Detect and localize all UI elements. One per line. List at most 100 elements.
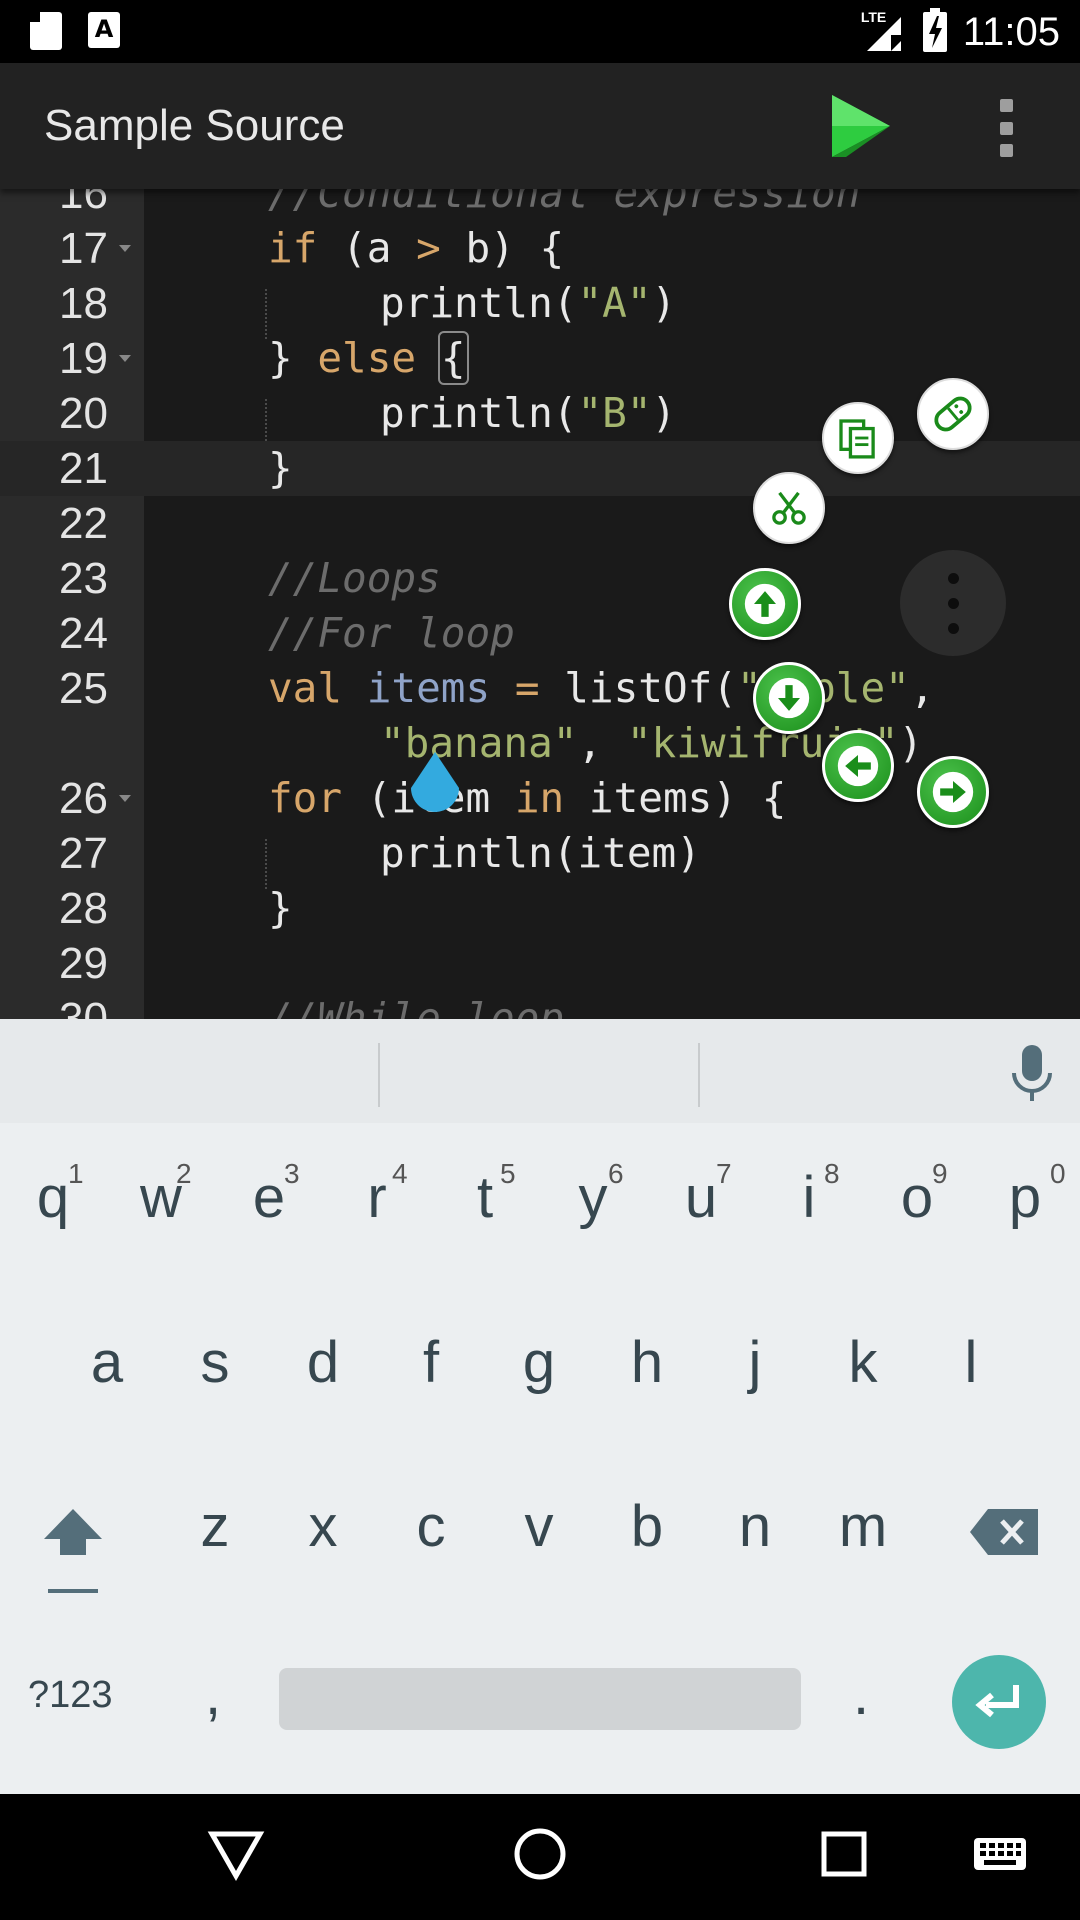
code-line[interactable]: 17 if (a > b) { [0, 221, 1080, 276]
app-bar: Sample Source [0, 63, 1080, 189]
key-z[interactable]: z [182, 1493, 248, 1560]
shift-key[interactable] [40, 1503, 106, 1599]
keyboard-switch-button[interactable] [970, 1824, 1030, 1884]
symbols-key[interactable]: ?123 [28, 1674, 113, 1717]
code-line-wrapped[interactable]: "banana", "kiwifruit") [0, 716, 1080, 771]
key-k[interactable]: k [830, 1329, 896, 1396]
backspace-key[interactable] [970, 1507, 1040, 1557]
more-icon [947, 572, 959, 584]
key-e[interactable]: 3e [236, 1158, 302, 1231]
code-text: val items = listOf("apple", [268, 664, 935, 712]
recents-button[interactable] [814, 1824, 874, 1884]
home-icon [514, 1828, 566, 1880]
run-button[interactable] [820, 91, 900, 161]
move-right-icon [932, 771, 974, 813]
key-l[interactable]: l [938, 1329, 1004, 1396]
line-number: 18 [59, 279, 108, 328]
fold-icon[interactable] [119, 795, 131, 802]
enter-key[interactable] [952, 1655, 1046, 1749]
more-actions-button[interactable] [900, 550, 1006, 656]
line-number: 26 [59, 774, 108, 823]
period-key[interactable]: . [853, 1661, 869, 1728]
line-number: 21 [59, 444, 108, 493]
line-number: 17 [59, 224, 108, 273]
move-left-button[interactable] [822, 730, 894, 802]
more-options-button[interactable] [988, 93, 1024, 163]
key-j[interactable]: j [722, 1329, 788, 1396]
code-text: } else { [268, 331, 469, 385]
copy-button[interactable] [822, 402, 894, 474]
fold-icon[interactable] [119, 245, 131, 252]
key-v[interactable]: v [506, 1493, 572, 1560]
line-number: 19 [59, 334, 108, 383]
key-g[interactable]: g [506, 1329, 572, 1396]
cut-button[interactable] [753, 472, 825, 544]
key-w[interactable]: 2w [128, 1158, 194, 1231]
code-text: if (a > b) { [268, 224, 565, 272]
code-text: println(item) [380, 829, 701, 877]
key-f[interactable]: f [398, 1329, 464, 1396]
code-line-current[interactable]: 21 } [0, 441, 1080, 496]
comma-key[interactable]: , [205, 1661, 221, 1728]
line-number: 16 [59, 189, 108, 218]
line-number: 28 [59, 884, 108, 933]
code-line[interactable]: 19 } else { [0, 331, 1080, 386]
page-title: Sample Source [44, 101, 345, 150]
move-down-icon [768, 677, 810, 719]
code-line[interactable]: 16 //Conditional expression [0, 189, 1080, 221]
key-c[interactable]: c [398, 1493, 464, 1560]
recents-icon [821, 1831, 867, 1877]
move-up-button[interactable] [729, 568, 801, 640]
key-y[interactable]: 6y [560, 1158, 626, 1231]
microphone-icon [1012, 1045, 1052, 1101]
code-line[interactable]: 28 } [0, 881, 1080, 936]
divider [378, 1043, 380, 1107]
key-b[interactable]: b [614, 1493, 680, 1560]
fold-icon[interactable] [119, 355, 131, 362]
home-button[interactable] [510, 1824, 570, 1884]
line-number: 22 [59, 499, 108, 548]
code-text: println("B") [380, 389, 677, 437]
move-left-icon [837, 745, 879, 787]
key-r[interactable]: 4r [344, 1158, 410, 1231]
code-line[interactable]: 30 //While loop [0, 991, 1080, 1019]
back-button[interactable] [206, 1824, 266, 1884]
line-number: 29 [59, 939, 108, 988]
key-h[interactable]: h [614, 1329, 680, 1396]
key-u[interactable]: 7u [668, 1158, 734, 1231]
microphone-button[interactable] [1010, 1045, 1054, 1103]
move-down-button[interactable] [753, 662, 825, 734]
key-d[interactable]: d [290, 1329, 356, 1396]
network-type-label: LTE [860, 8, 887, 25]
code-line[interactable]: 27 println(item) [0, 826, 1080, 881]
code-line[interactable]: 22 [0, 496, 1080, 551]
line-number: 25 [59, 664, 108, 713]
enter-icon [975, 1685, 1019, 1718]
key-x[interactable]: x [290, 1493, 356, 1560]
code-line[interactable]: 25 val items = listOf("apple", [0, 661, 1080, 716]
soft-keyboard: 1q 2w 3e 4r 5t 6y 7u 8i 9o 0p a s d f g … [0, 1019, 1080, 1794]
line-number: 30 [59, 994, 108, 1019]
keyboard-switch-icon [974, 1838, 1026, 1870]
space-bar[interactable] [279, 1668, 801, 1730]
divider [698, 1043, 700, 1107]
battery-charging-icon [921, 8, 949, 57]
drop-handle-icon [411, 752, 459, 812]
clock: 11:05 [962, 10, 1060, 54]
code-line[interactable]: 29 [0, 936, 1080, 991]
key-s[interactable]: s [182, 1329, 248, 1396]
key-q[interactable]: 1q [20, 1158, 86, 1231]
key-o[interactable]: 9o [884, 1158, 950, 1231]
key-m[interactable]: m [830, 1493, 896, 1560]
key-a[interactable]: a [74, 1329, 140, 1396]
key-t[interactable]: 5t [452, 1158, 518, 1231]
cursor-handle[interactable] [407, 750, 463, 814]
line-number: 24 [59, 609, 108, 658]
key-i[interactable]: 8i [776, 1158, 842, 1231]
key-p[interactable]: 0p [992, 1158, 1066, 1231]
shift-icon [44, 1509, 102, 1593]
code-line[interactable]: 18 println("A") [0, 276, 1080, 331]
move-right-button[interactable] [917, 756, 989, 828]
paste-button[interactable] [917, 378, 989, 450]
key-n[interactable]: n [722, 1493, 788, 1560]
